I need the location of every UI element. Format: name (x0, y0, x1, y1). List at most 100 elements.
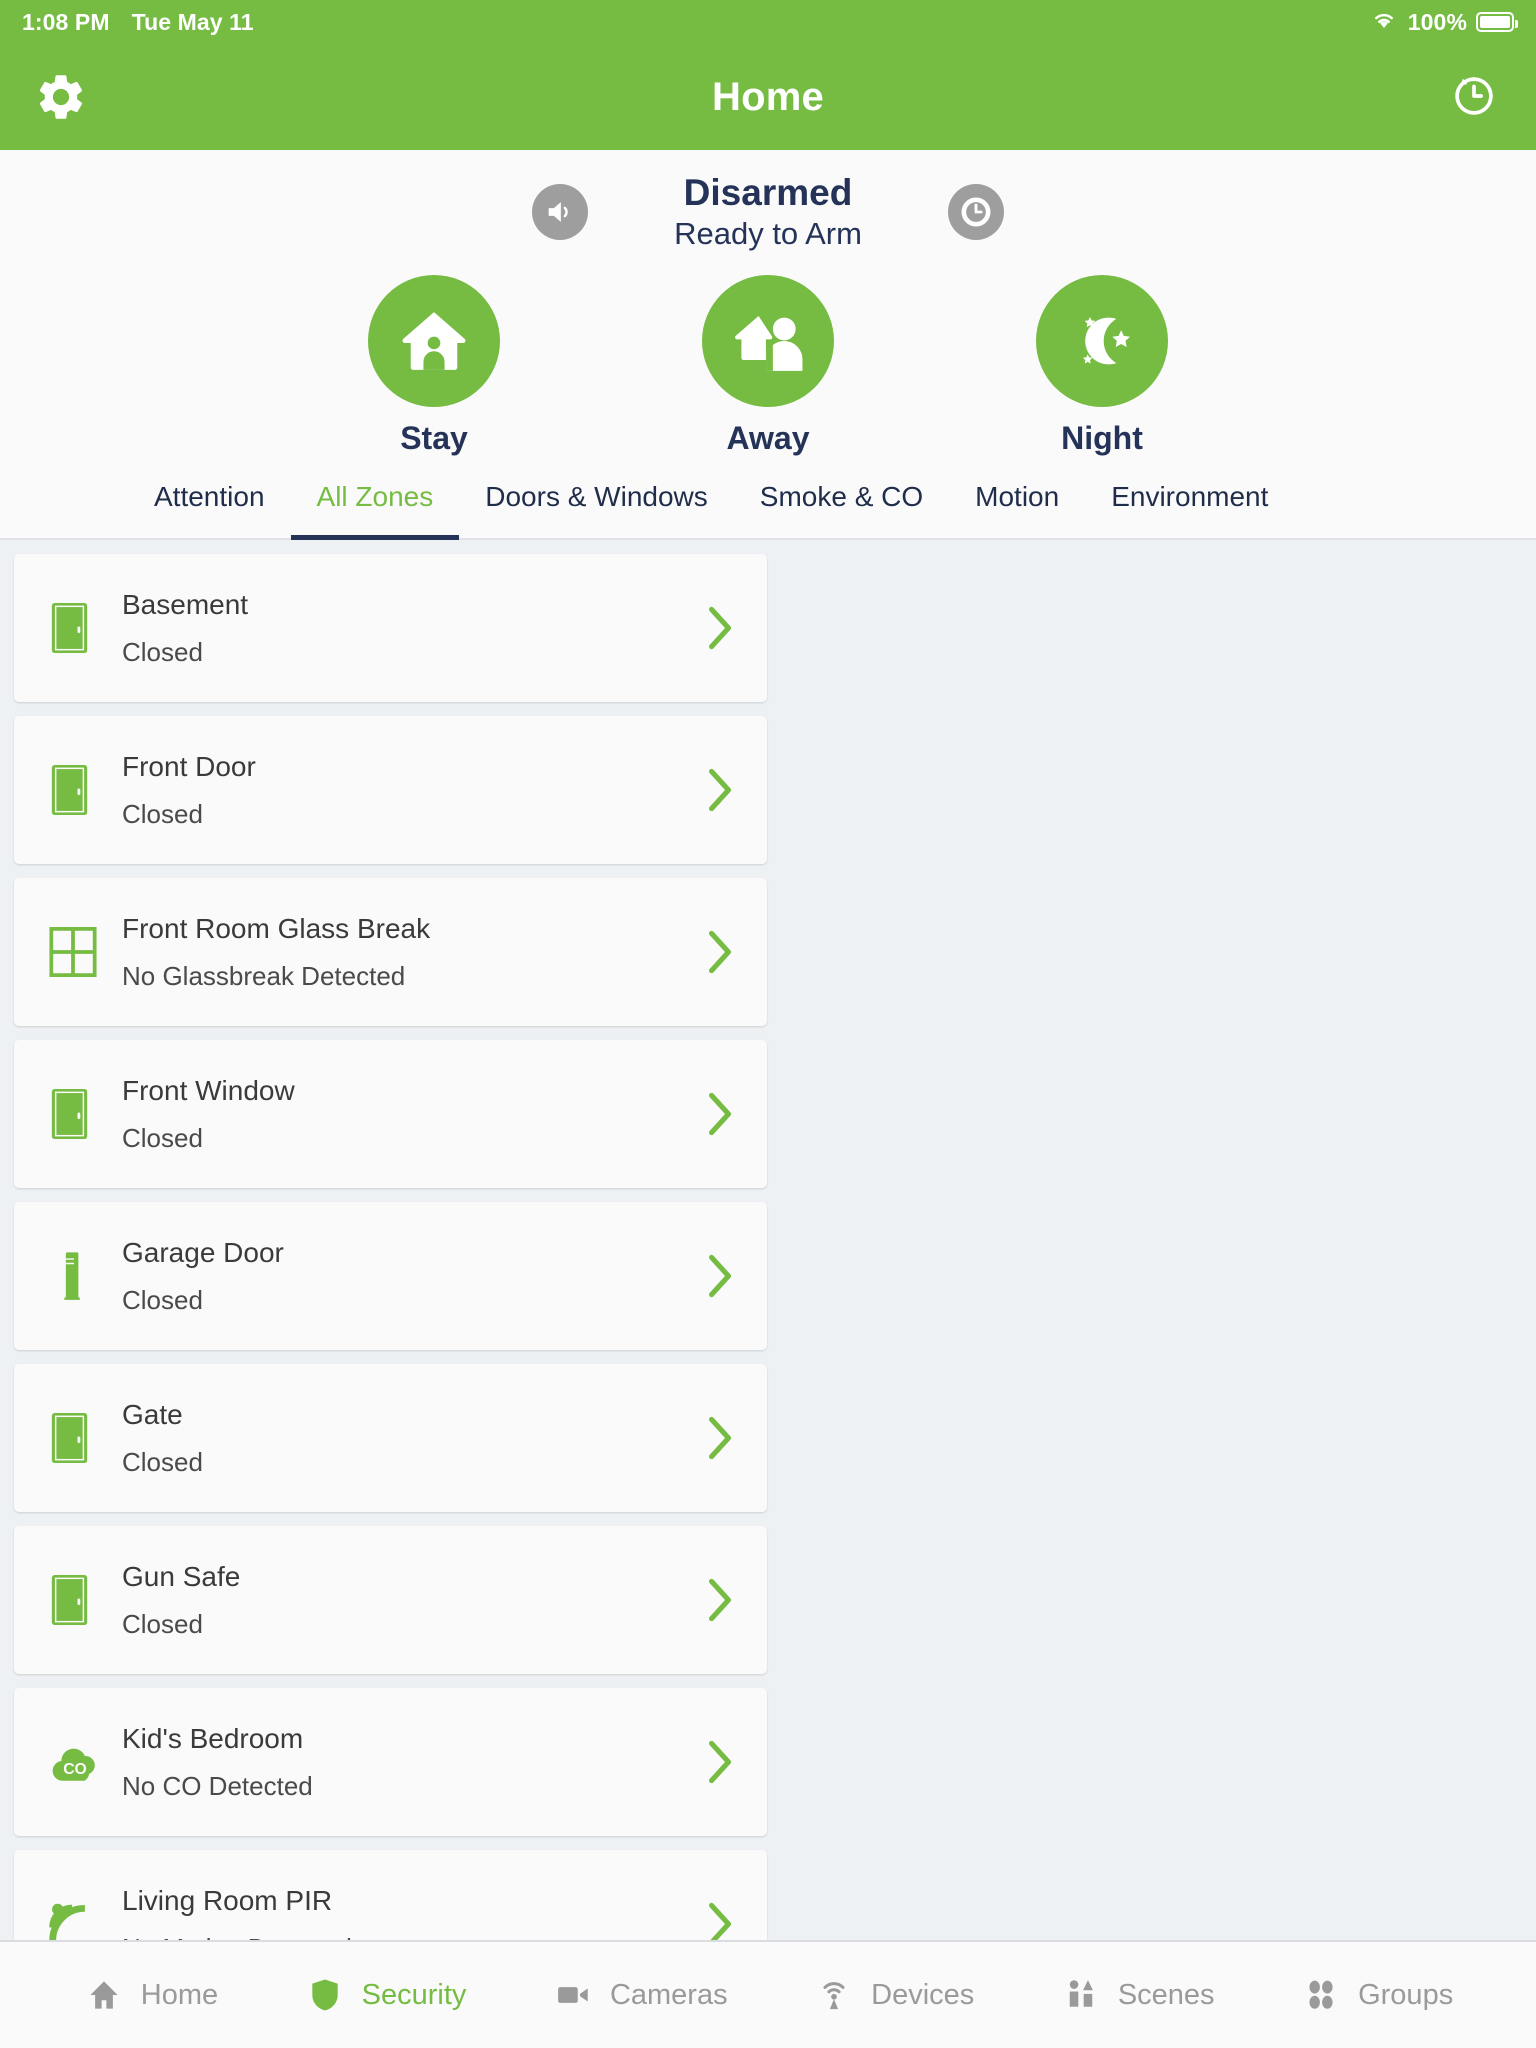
zone-state: No CO Detected (122, 1770, 313, 1801)
door-icon (48, 762, 122, 818)
motion-icon (48, 1899, 122, 1940)
zone-name: Basement (122, 589, 249, 621)
tab-attention[interactable]: Attention (128, 481, 291, 540)
svg-text:CO: CO (63, 1761, 87, 1778)
zone-state: No Motion Detected (122, 1933, 699, 1940)
tab-home[interactable]: Home (83, 1974, 218, 2016)
tab-home-label: Home (140, 1978, 219, 2011)
nav-bar: Home (0, 44, 1536, 150)
tab-doors-windows[interactable]: Doors & Windows (459, 481, 734, 540)
chevron-right-icon (699, 768, 741, 812)
table-row[interactable]: Garage Door Closed (14, 1201, 767, 1350)
zone-category-tabs: Attention All Zones Doors & Windows Smok… (0, 464, 1536, 540)
zone-grid: Basement Closed Front Door Closed Front … (14, 553, 1522, 1940)
tab-scenes[interactable]: Scenes (1060, 1974, 1215, 2016)
zone-state: Closed (122, 1284, 203, 1315)
history-clock-icon[interactable] (1448, 70, 1502, 124)
table-row[interactable]: Front Door Closed (14, 715, 767, 864)
door-icon (48, 600, 122, 656)
zone-text: Front Door Closed (122, 749, 699, 830)
battery-percent-label: 100% (1407, 8, 1467, 35)
tab-groups[interactable]: Groups (1300, 1974, 1453, 2016)
chevron-right-icon (699, 606, 741, 650)
co-sensor-icon: CO (48, 1739, 122, 1785)
tab-all-zones[interactable]: All Zones (290, 481, 460, 540)
chevron-right-icon (699, 1092, 741, 1136)
scenes-icon (1060, 1974, 1102, 2016)
zone-name: Front Room Glass Break (122, 913, 431, 945)
gear-icon[interactable] (34, 70, 88, 124)
chevron-right-icon (699, 930, 741, 974)
arm-night-button[interactable]: Night (987, 274, 1217, 457)
zone-text: Living Room PIR No Motion Detected (122, 1883, 699, 1940)
zone-text: Basement Closed (122, 587, 699, 668)
zone-name: Kid's Bedroom (122, 1723, 304, 1755)
tab-security[interactable]: Security (304, 1974, 467, 2016)
table-row[interactable]: Gate Closed (14, 1363, 767, 1512)
zone-name: Garage Door (122, 1237, 284, 1269)
table-row[interactable]: Basement Closed (14, 553, 767, 702)
tab-groups-label: Groups (1358, 1978, 1454, 2011)
home-icon (83, 1974, 125, 2016)
page-title: Home (712, 74, 824, 119)
ios-status-bar: 1:08 PM Tue May 11 100% (0, 0, 1536, 44)
app-root: 1:08 PM Tue May 11 100% Home Disarmed Re… (0, 0, 1536, 2048)
zone-state: No Glassbreak Detected (122, 960, 406, 991)
zone-state: Closed (122, 1446, 203, 1477)
chevron-right-icon (699, 1578, 741, 1622)
status-bar-date: Tue May 11 (131, 8, 254, 35)
arm-status-sub: Ready to Arm (674, 216, 862, 252)
house-person-leaving-icon (702, 274, 834, 407)
tab-environment[interactable]: Environment (1085, 481, 1294, 540)
door-icon (48, 1572, 122, 1628)
zone-name: Front Door (122, 751, 256, 783)
table-row[interactable]: Gun Safe Closed (14, 1525, 767, 1674)
moon-stars-icon (1036, 274, 1168, 407)
zone-name: Gate (122, 1399, 183, 1431)
table-row[interactable]: CO Kid's Bedroom No CO Detected (14, 1687, 767, 1836)
chevron-right-icon (699, 1740, 741, 1784)
tab-devices-label: Devices (871, 1978, 975, 2011)
zone-text: Kid's Bedroom No CO Detected (122, 1721, 699, 1802)
zone-name: Gun Safe (122, 1561, 241, 1593)
arm-status: Disarmed Ready to Arm (588, 172, 948, 253)
zone-text: Gun Safe Closed (122, 1559, 699, 1640)
tab-devices[interactable]: Devices (813, 1974, 974, 2016)
wifi-icon (1369, 7, 1399, 37)
tab-smoke-co[interactable]: Smoke & CO (734, 481, 949, 540)
arm-stay-label: Stay (400, 419, 468, 456)
arm-stay-button[interactable]: Stay (319, 274, 549, 457)
zone-state: Closed (122, 798, 203, 829)
zone-state: Closed (122, 1122, 203, 1153)
clock-icon[interactable] (948, 184, 1004, 241)
arm-away-label: Away (726, 419, 810, 456)
zone-text: Front Window Closed (122, 1073, 699, 1154)
zone-text: Gate Closed (122, 1397, 699, 1478)
battery-full-icon (1476, 12, 1518, 32)
chevron-right-icon (699, 1254, 741, 1298)
tab-cameras[interactable]: Cameras (552, 1974, 728, 2016)
arming-modes: Stay Away Night (0, 253, 1536, 465)
tab-motion[interactable]: Motion (949, 481, 1085, 540)
chevron-right-icon (699, 1902, 741, 1940)
table-row[interactable]: Living Room PIR No Motion Detected (14, 1849, 767, 1940)
speaker-chime-icon[interactable] (532, 184, 588, 241)
door-icon (48, 1086, 122, 1142)
house-person-icon (368, 274, 500, 407)
arm-away-button[interactable]: Away (653, 274, 883, 457)
zone-state: Closed (122, 1608, 203, 1639)
window-icon (48, 926, 122, 978)
groups-icon (1300, 1974, 1342, 2016)
arm-night-label: Night (1061, 419, 1143, 456)
tab-cameras-label: Cameras (609, 1978, 728, 2011)
zone-list-container: Basement Closed Front Door Closed Front … (0, 539, 1536, 1940)
tab-security-label: Security (361, 1978, 467, 2011)
table-row[interactable]: Front Room Glass Break No Glassbreak Det… (14, 877, 767, 1026)
devices-signal-icon (813, 1974, 855, 2016)
door-icon (48, 1410, 122, 1466)
bottom-tab-bar: Home Security Cameras Devices Scenes Gro… (0, 1940, 1536, 2048)
status-bar-indicators: 100% (1369, 7, 1518, 37)
table-row[interactable]: Front Window Closed (14, 1039, 767, 1188)
zone-text: Garage Door Closed (122, 1235, 699, 1316)
shield-icon (304, 1974, 346, 2016)
